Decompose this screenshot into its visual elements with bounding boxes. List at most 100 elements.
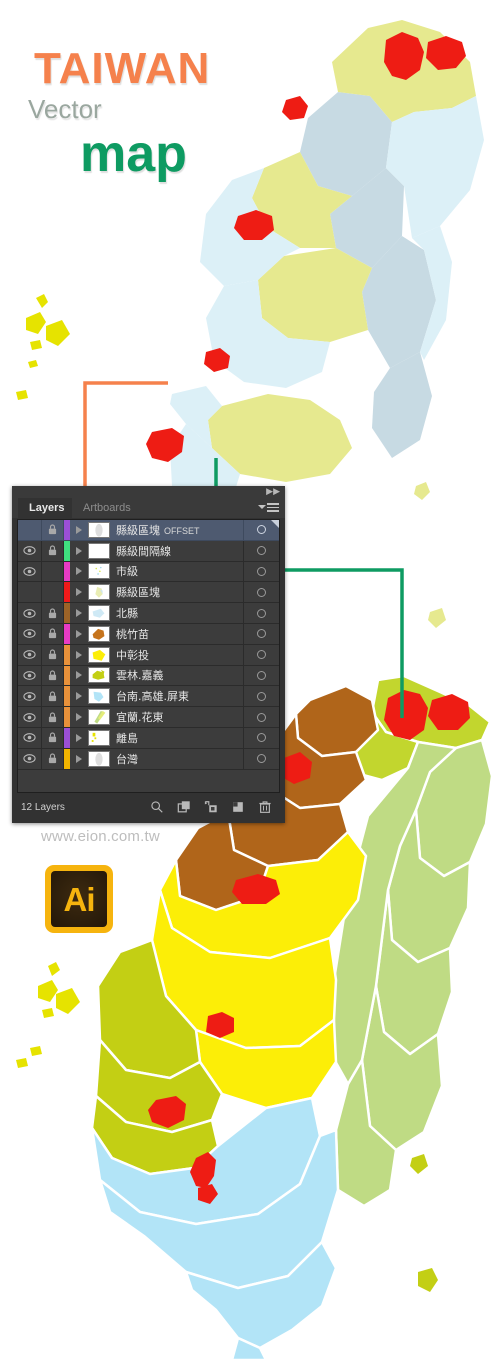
layer-visibility-toggle[interactable] xyxy=(18,707,42,727)
panel-menu-icon[interactable] xyxy=(258,502,279,514)
layer-expand-arrow[interactable] xyxy=(70,645,88,665)
screenshot-canvas: TAIWAN Vector map ▶▶ Layers Artboards 縣級… xyxy=(0,0,500,1360)
layer-row[interactable]: 市級 xyxy=(18,561,279,583)
layer-row[interactable]: 桃竹苗 xyxy=(18,623,279,645)
layer-expand-arrow[interactable] xyxy=(70,728,88,748)
layer-thumbnail xyxy=(88,688,110,705)
layer-visibility-toggle[interactable] xyxy=(18,727,42,748)
layers-panel[interactable]: ▶▶ Layers Artboards 縣級區塊 OFFSET 縣級間隔線 市級 縣級區… xyxy=(12,486,285,823)
tab-layers[interactable]: Layers xyxy=(18,498,76,518)
layer-list[interactable]: 縣級區塊 OFFSET 縣級間隔線 市級 縣級區塊 北縣 桃竹苗 中彰投 雲林.嘉義 台南.高雄.… xyxy=(17,519,280,793)
layer-row[interactable]: 台南.高雄.屏東 xyxy=(18,686,279,708)
layer-lock-toggle[interactable] xyxy=(42,665,64,686)
layer-name: 雲林.嘉義 xyxy=(116,667,243,683)
layer-visibility-toggle[interactable] xyxy=(18,561,42,582)
new-sublayer-icon[interactable] xyxy=(204,800,218,814)
layer-lock-toggle[interactable] xyxy=(42,686,64,707)
layer-name-text: 台南.高雄.屏東 xyxy=(116,690,189,704)
layer-expand-arrow[interactable] xyxy=(70,603,88,623)
layer-visibility-toggle[interactable] xyxy=(18,603,42,623)
layer-lock-toggle[interactable] xyxy=(42,623,64,644)
layer-thumbnail xyxy=(88,750,110,767)
layer-target-circle[interactable] xyxy=(243,644,279,665)
layer-visibility-toggle[interactable] xyxy=(18,623,42,644)
layer-expand-arrow[interactable] xyxy=(70,582,88,602)
layer-expand-arrow[interactable] xyxy=(70,707,88,727)
adobe-illustrator-icon[interactable]: Ai xyxy=(45,865,113,933)
layer-lock-toggle[interactable] xyxy=(42,644,64,665)
layer-expand-arrow[interactable] xyxy=(70,749,88,769)
layer-visibility-toggle[interactable] xyxy=(18,520,42,540)
layer-name: 縣級區塊 OFFSET xyxy=(116,522,243,538)
layer-thumbnail xyxy=(88,646,110,663)
layer-thumbnail xyxy=(88,729,110,746)
layer-lock-toggle[interactable] xyxy=(42,748,64,769)
layer-row[interactable]: 北縣 xyxy=(18,603,279,624)
layer-target-circle[interactable] xyxy=(243,540,279,561)
layer-visibility-toggle[interactable] xyxy=(18,748,42,769)
layer-visibility-toggle[interactable] xyxy=(18,665,42,686)
magnifier-icon[interactable] xyxy=(150,800,164,814)
layer-lock-toggle[interactable] xyxy=(42,727,64,748)
layer-thumbnail xyxy=(88,563,110,580)
layer-row[interactable]: 中彰投 xyxy=(18,644,279,666)
layer-visibility-toggle[interactable] xyxy=(18,644,42,665)
layer-expand-arrow[interactable] xyxy=(70,562,88,582)
layer-name-text: 縣級間隔線 xyxy=(116,544,171,558)
layer-name: 北縣 xyxy=(116,605,243,621)
layer-visibility-toggle[interactable] xyxy=(18,540,42,561)
layer-target-circle[interactable] xyxy=(243,582,279,603)
layer-row[interactable]: 縣級區塊 xyxy=(18,582,279,604)
layer-name-text: 縣級區塊 xyxy=(116,523,160,537)
tab-artboards[interactable]: Artboards xyxy=(72,498,142,518)
layer-target-circle[interactable] xyxy=(243,520,279,540)
layer-lock-toggle[interactable] xyxy=(42,707,64,727)
layer-target-circle[interactable] xyxy=(243,665,279,686)
layer-row[interactable]: 縣級區塊 OFFSET xyxy=(18,520,279,541)
layer-expand-arrow[interactable] xyxy=(70,686,88,706)
layer-name: 台灣 xyxy=(116,751,243,767)
layer-row[interactable]: 縣級間隔線 xyxy=(18,540,279,562)
layer-thumbnail xyxy=(88,542,110,559)
layer-target-circle[interactable] xyxy=(243,561,279,582)
layer-name-text: 市級 xyxy=(116,565,138,579)
collapse-icon[interactable]: ▶▶ xyxy=(266,487,280,496)
layer-lock-toggle[interactable] xyxy=(42,561,64,582)
layer-name-text: 台灣 xyxy=(116,752,138,766)
layer-thumbnail xyxy=(88,625,110,642)
layer-name-text: 離島 xyxy=(116,731,138,745)
layer-expand-arrow[interactable] xyxy=(70,541,88,561)
layer-visibility-toggle[interactable] xyxy=(18,582,42,603)
layer-lock-toggle[interactable] xyxy=(42,603,64,623)
layer-target-circle[interactable] xyxy=(243,707,279,727)
layer-expand-arrow[interactable] xyxy=(70,624,88,644)
layer-row[interactable]: 離島 xyxy=(18,727,279,749)
layer-visibility-toggle[interactable] xyxy=(18,686,42,707)
layer-name: 市級 xyxy=(116,563,243,579)
layer-row[interactable]: 雲林.嘉義 xyxy=(18,665,279,687)
layer-target-circle[interactable] xyxy=(243,748,279,769)
layer-expand-arrow[interactable] xyxy=(70,520,88,540)
panel-footer: 12 Layers xyxy=(17,797,280,817)
layer-target-circle[interactable] xyxy=(243,686,279,707)
ai-glyph: Ai xyxy=(63,880,96,918)
layer-target-circle[interactable] xyxy=(243,603,279,623)
layer-expand-arrow[interactable] xyxy=(70,666,88,686)
clipping-mask-icon[interactable] xyxy=(177,800,191,814)
layer-lock-toggle[interactable] xyxy=(42,520,64,540)
layer-name: 縣級區塊 xyxy=(116,584,243,600)
layer-thumbnail xyxy=(88,605,110,622)
new-layer-icon[interactable] xyxy=(231,800,245,814)
layer-row[interactable]: 宜蘭.花東 xyxy=(18,707,279,728)
layer-name-text: 北縣 xyxy=(116,607,138,621)
layer-lock-toggle[interactable] xyxy=(42,582,64,603)
layer-name-text: 桃竹苗 xyxy=(116,627,149,641)
layer-name: 縣級間隔線 xyxy=(116,543,243,559)
layer-name-suffix: OFFSET xyxy=(164,525,200,536)
panel-top-bar: ▶▶ xyxy=(12,486,285,498)
layer-target-circle[interactable] xyxy=(243,727,279,748)
layer-row[interactable]: 台灣 xyxy=(18,748,279,770)
trash-icon[interactable] xyxy=(258,800,272,814)
layer-target-circle[interactable] xyxy=(243,623,279,644)
layer-lock-toggle[interactable] xyxy=(42,540,64,561)
